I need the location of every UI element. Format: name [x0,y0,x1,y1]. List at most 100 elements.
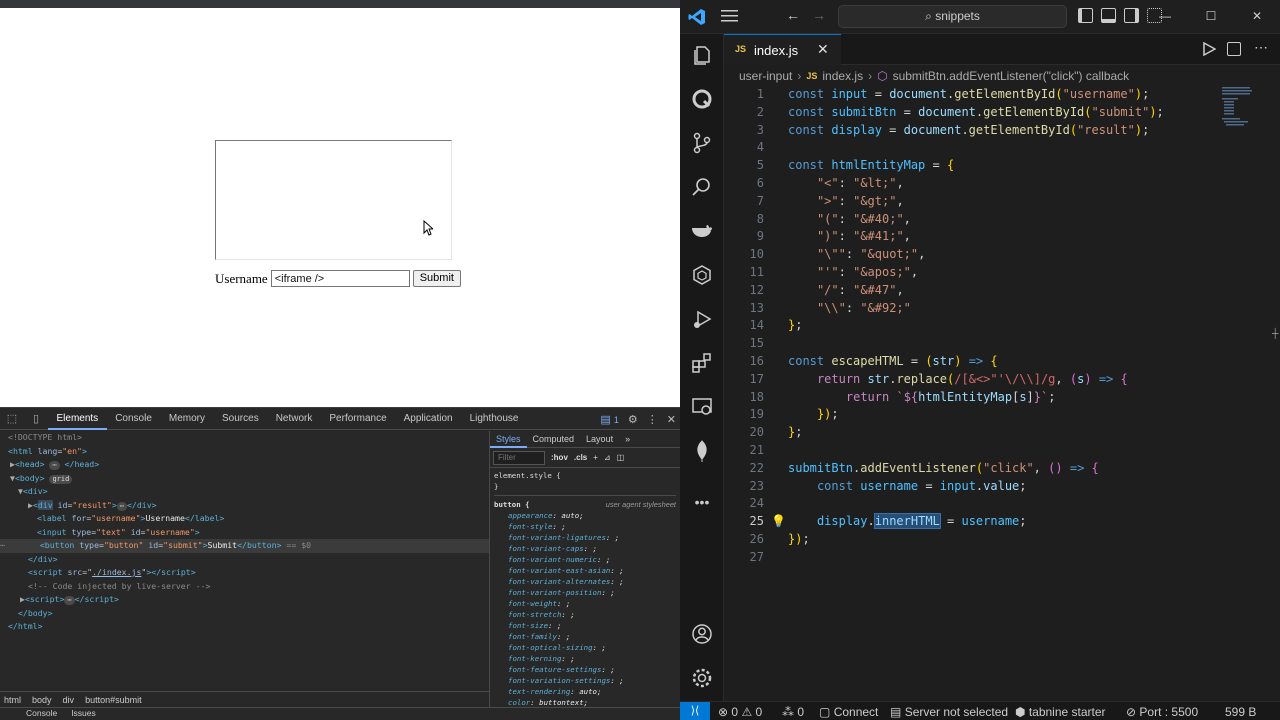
close-icon[interactable]: ✕ [817,41,829,58]
maximize-icon[interactable]: ☐ [1188,0,1234,34]
code-line[interactable]: 2 const submitBtn = document.getElementBy… [724,103,1219,121]
devtools-tab-network[interactable]: Network [267,408,321,430]
more-tabs-chevron-icon[interactable]: » [619,431,636,448]
devtools-tab-memory[interactable]: Memory [160,408,213,430]
dom-node-input[interactable]: <input type="text" id="username"> [0,526,489,540]
devtools-tab-performance[interactable]: Performance [321,408,395,430]
style-property[interactable]: font-style: ; [494,521,676,532]
run-debug-icon[interactable] [691,308,713,330]
breadcrumb-symbol[interactable]: submitBtn.addEventListener("click") call… [893,69,1130,83]
style-property[interactable]: font-variation-settings: ; [494,675,676,686]
line-number[interactable]: 18 [724,388,764,406]
breadcrumb-html[interactable]: html [4,695,21,705]
code-line[interactable]: 23 const username = input.value; [724,477,1219,495]
style-property[interactable]: font-size: ; [494,620,676,631]
dom-node-html-close[interactable]: </html> [0,620,489,634]
code-line[interactable]: 25 💡 display.innerHTML = username; [724,512,1219,530]
style-property[interactable]: font-feature-settings: ; [494,664,676,675]
style-property[interactable]: font-kerning: ; [494,653,676,664]
dom-node-comment[interactable]: <!-- Code injected by live-server --> [0,580,489,594]
code-line[interactable]: 26}); [724,530,1219,548]
menu-icon[interactable] [721,9,738,23]
line-number[interactable]: 11 [724,263,764,281]
code-line[interactable]: 17 return str.replace(/[&<>"'\/\\]/g, (s… [724,370,1219,388]
line-number[interactable]: 9 [724,227,764,245]
line-number[interactable]: 25 [724,512,764,530]
line-number[interactable]: 14 [724,316,764,334]
collapsed-ellipsis-icon[interactable]: ⋯ [64,596,75,605]
dom-node-body-close[interactable]: </body> [0,607,489,621]
line-number[interactable]: 26 [724,530,764,548]
code-line[interactable]: 1 const input = document.getElementById("… [724,85,1219,103]
dom-node-label[interactable]: <label for="username">Username</label> [0,512,489,526]
devtools-close-icon[interactable]: ✕ [667,413,676,426]
line-number[interactable]: 12 [724,281,764,299]
run-file-icon[interactable] [1202,42,1216,56]
style-property[interactable]: font-optical-sizing: ; [494,642,676,653]
remote-explorer-icon[interactable] [691,396,713,418]
style-property[interactable]: font-variant-caps: ; [494,543,676,554]
code-line[interactable]: 9 ")": "&#41;", [724,227,1219,245]
line-number[interactable]: 13 [724,299,764,317]
new-rule-plus-icon[interactable]: + [593,453,598,462]
arrow-right-icon[interactable]: → [812,7,826,23]
style-property[interactable]: font-stretch: ; [494,609,676,620]
style-property[interactable]: font-weight: ; [494,598,676,609]
search-icon[interactable] [691,176,713,198]
tab-styles[interactable]: Styles [490,431,527,448]
remote-indicator-icon[interactable]: ⟩⟨ [680,702,710,720]
split-editor-icon[interactable] [1227,42,1241,56]
style-property[interactable]: font-variant-east-asian: ; [494,565,676,576]
style-property[interactable]: font-variant-ligatures: ; [494,532,676,543]
settings-gear-icon[interactable] [691,667,713,689]
code-line[interactable]: 3 const display = document.getElementById… [724,121,1219,139]
line-number[interactable]: 8 [724,210,764,228]
devtools-more-icon[interactable]: ⋮ [647,413,658,426]
command-center-search[interactable]: ⌕ snippets [838,5,1067,28]
line-number[interactable]: 19 [724,405,764,423]
style-property[interactable]: font-family: ; [494,631,676,642]
line-number[interactable]: 16 [724,352,764,370]
line-number[interactable]: 2 [724,103,764,121]
devtools-tab-elements[interactable]: Elements [48,408,107,430]
code-editor[interactable]: 1 const input = document.getElementById("… [724,85,1219,615]
hov-toggle[interactable]: :hov [551,453,568,462]
dom-node-div-result[interactable]: ▶<div id="result"> ⋯ </div> [0,499,489,513]
code-line[interactable]: 27 [724,548,1219,566]
quokka-icon[interactable] [691,88,713,110]
line-number[interactable]: 1 [724,85,764,103]
dom-node-script-src[interactable]: <script src="./index.js"></script> [0,566,489,580]
explorer-icon[interactable] [691,44,713,66]
server-status[interactable]: ▤ Server not selected [890,704,1008,720]
accounts-icon[interactable] [691,623,713,645]
collapsed-ellipsis-icon[interactable]: ⋯ [49,461,60,470]
toggle-primary-sidebar-icon[interactable] [1078,8,1093,23]
dom-node-script[interactable]: ▶<script> ⋯ </script> [0,593,489,607]
line-number[interactable]: 6 [724,174,764,192]
tab-index-js[interactable]: JS index.js ✕ [724,34,841,65]
submit-button[interactable]: Submit [412,270,461,287]
code-line[interactable]: 13 "\\": "&#92;" [724,299,1219,317]
breadcrumb-body[interactable]: body [32,695,52,705]
line-number[interactable]: 21 [724,441,764,459]
issues-badge[interactable]: ▤ 1 [600,413,618,426]
breadcrumb-div[interactable]: div [63,695,75,705]
toggle-secondary-sidebar-icon[interactable] [1124,8,1139,23]
inspect-element-icon[interactable]: ⬚ [0,412,24,425]
close-window-icon[interactable]: ✕ [1234,0,1280,34]
style-property[interactable]: font-variant-position: ; [494,587,676,598]
dom-node-html[interactable]: <html lang="en"> [0,445,489,459]
code-line[interactable]: 24 [724,494,1219,512]
line-number[interactable]: 10 [724,245,764,263]
code-line[interactable]: 8 "(": "&#40;", [724,210,1219,228]
dom-node-button-selected[interactable]: ⋯ <button type="button" id="submit">Subm… [0,539,489,553]
arrow-left-icon[interactable]: ← [786,7,800,23]
minimize-icon[interactable]: — [1142,0,1188,34]
style-property[interactable]: text-rendering: auto; [494,686,676,697]
style-property[interactable]: font-variant-alternates: ; [494,576,676,587]
style-property[interactable]: font-variant-numeric: ; [494,554,676,565]
code-line[interactable]: 20}; [724,423,1219,441]
tab-layout[interactable]: Layout [580,431,619,448]
styles-filter-input[interactable] [493,450,545,465]
code-line[interactable]: 15 [724,334,1219,352]
